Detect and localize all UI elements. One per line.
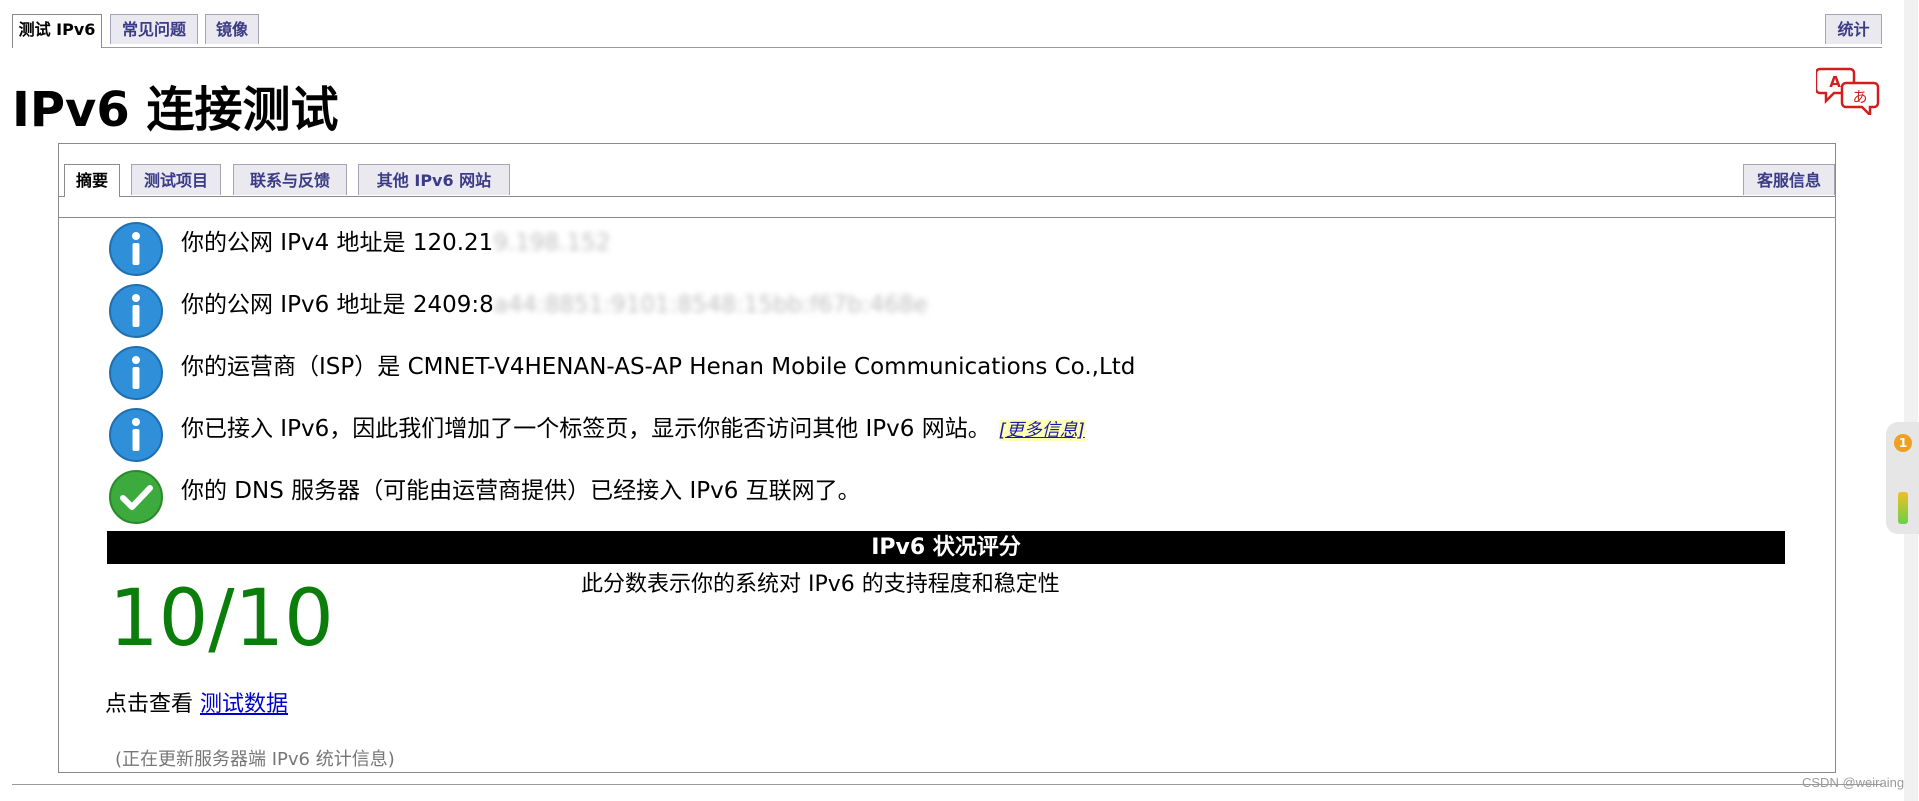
page-title: IPv6 连接测试	[12, 82, 339, 138]
updating-status: (正在更新服务器端 IPv6 统计信息)	[115, 749, 395, 770]
bottom-divider	[12, 784, 1882, 785]
tab-test-items[interactable]: 测试项目	[131, 164, 221, 195]
watermark: CSDN @weiraing	[1802, 775, 1905, 790]
ipv6-label: 你的公网 IPv6 地址是 2409:8	[181, 292, 494, 318]
isp-text: 你的运营商（ISP）是 CMNET-V4HENAN-AS-AP Henan Mo…	[181, 354, 1136, 380]
top-tab-bar: 测试 IPv6 常见问题 镜像 统计	[12, 12, 1882, 48]
tab-faq[interactable]: 常见问题	[110, 14, 198, 44]
info-icon	[109, 222, 163, 276]
tab-test-ipv6[interactable]: 测试 IPv6	[12, 14, 102, 48]
tab-other-ipv6-sites[interactable]: 其他 IPv6 网站	[358, 164, 510, 195]
score-description: 此分数表示你的系统对 IPv6 的支持程度和稳定性	[581, 572, 1060, 597]
ipv4-address-row: 你的公网 IPv4 地址是 120.219.198.152	[109, 222, 1709, 276]
tab-summary[interactable]: 摘要	[64, 164, 120, 197]
translate-icon[interactable]: A あ	[1816, 65, 1882, 115]
tab-mirror[interactable]: 镜像	[205, 14, 259, 44]
tab-stats[interactable]: 统计	[1825, 14, 1882, 44]
view-data-label: 点击查看	[105, 692, 200, 717]
dns-row: 你的 DNS 服务器（可能由运营商提供）已经接入 IPv6 互联网了。	[109, 470, 1709, 524]
tab-divider	[59, 196, 1835, 218]
info-icon	[109, 408, 163, 462]
score-value: 10/10	[109, 574, 334, 664]
tab-helpdesk[interactable]: 客服信息	[1743, 164, 1835, 195]
info-icon	[109, 284, 163, 338]
ipv6-tab-added-text: 你已接入 IPv6，因此我们增加了一个标签页，显示你能否访问其他 IPv6 网站…	[181, 414, 1085, 446]
page: 测试 IPv6 常见问题 镜像 统计 IPv6 连接测试 A あ 摘要 测试项目…	[0, 0, 1919, 801]
ipv6-blurred-part: a44:8851:9101:8548:15bb:f67b:468e	[493, 292, 928, 318]
svg-text:A: A	[1829, 73, 1841, 91]
ipv6-tab-added-row: 你已接入 IPv6，因此我们增加了一个标签页，显示你能否访问其他 IPv6 网站…	[109, 408, 1709, 462]
view-test-data: 点击查看 测试数据	[105, 690, 288, 720]
isp-row: 你的运营商（ISP）是 CMNET-V4HENAN-AS-AP Henan Mo…	[109, 346, 1709, 400]
ipv6-tab-added-label: 你已接入 IPv6，因此我们增加了一个标签页，显示你能否访问其他 IPv6 网站…	[181, 416, 991, 442]
ipv6-address-row: 你的公网 IPv6 地址是 2409:8a44:8851:9101:8548:1…	[109, 284, 1709, 338]
ipv4-address-text: 你的公网 IPv4 地址是 120.219.198.152	[181, 228, 610, 258]
svg-text:あ: あ	[1852, 88, 1867, 106]
summary-panel: 摘要 测试项目 联系与反馈 其他 IPv6 网站 客服信息 你的公网 IPv4 …	[58, 143, 1836, 773]
ipv6-address-text: 你的公网 IPv6 地址是 2409:8a44:8851:9101:8548:1…	[181, 290, 928, 320]
score-header: IPv6 状况评分	[107, 531, 1785, 564]
notification-badge: 1	[1894, 434, 1912, 452]
scrollbar[interactable]	[1904, 0, 1918, 801]
check-icon	[109, 470, 163, 524]
info-icon	[109, 346, 163, 400]
side-widget[interactable]: 1	[1886, 422, 1919, 534]
tab-contact[interactable]: 联系与反馈	[233, 164, 347, 195]
test-data-link[interactable]: 测试数据	[200, 692, 288, 717]
dns-text: 你的 DNS 服务器（可能由运营商提供）已经接入 IPv6 互联网了。	[181, 478, 861, 504]
ipv4-label: 你的公网 IPv4 地址是 120.21	[181, 230, 494, 256]
meter-icon	[1898, 492, 1908, 524]
more-info-link[interactable]: [更多信息]	[998, 420, 1085, 441]
inner-tab-bar: 摘要 测试项目 联系与反馈 其他 IPv6 网站 客服信息	[59, 144, 1835, 218]
ipv4-blurred-part: 9.198.152	[493, 230, 611, 256]
